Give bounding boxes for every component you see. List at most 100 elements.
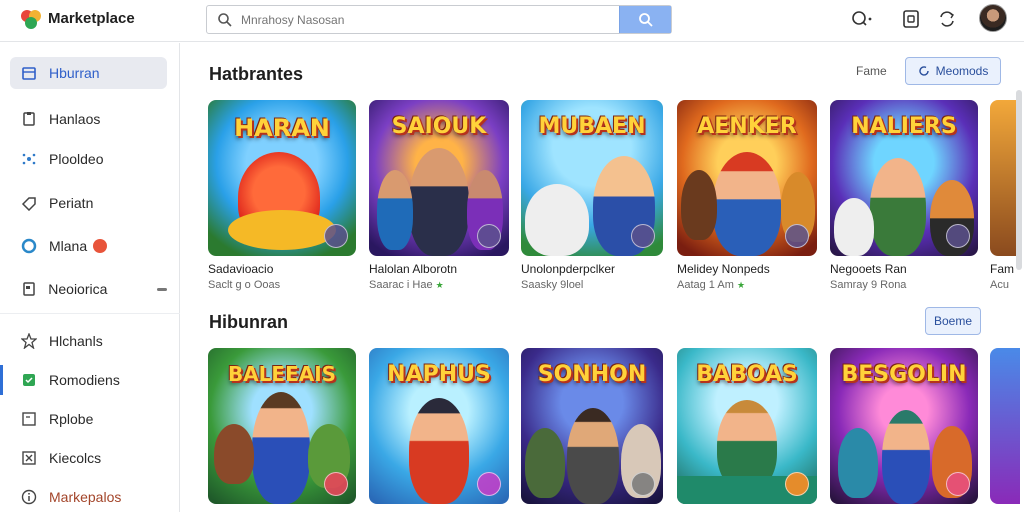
game-art-title: NAPHUS (387, 362, 491, 387)
game-thumbnail[interactable]: NAPHUS (369, 348, 509, 504)
game-meta: Acu (990, 279, 1009, 291)
scrollbar[interactable] (1016, 90, 1022, 270)
game-art-title: BALEEAIS (227, 362, 337, 386)
search-button[interactable] (619, 6, 671, 33)
sidebar-item-label: Rplobe (49, 411, 94, 427)
game-card[interactable]: NALIERS Negooets Ran Samray 9 Rona (830, 100, 978, 291)
sidebar-item-5[interactable]: Neoiorica (10, 273, 167, 305)
play-icon[interactable] (324, 224, 348, 248)
circle-icon (20, 237, 38, 255)
green-square-icon (20, 371, 38, 389)
box-icon (20, 410, 38, 428)
play-icon[interactable] (946, 472, 970, 496)
play-icon[interactable] (785, 224, 809, 248)
play-icon[interactable] (631, 472, 655, 496)
sidebar-item-3[interactable]: Periatn (10, 187, 167, 219)
play-icon[interactable] (785, 472, 809, 496)
sidebar-item-label: Kiecolcs (49, 450, 102, 466)
game-card[interactable]: NAPHUS (369, 348, 509, 504)
sync-icon[interactable] (936, 8, 958, 30)
game-thumbnail[interactable]: BESGOLIN (830, 348, 978, 504)
game-thumbnail[interactable] (990, 348, 1020, 504)
game-card[interactable]: HARAN Sadavioacio Saclt g o Ooas (208, 100, 356, 291)
play-icon[interactable] (324, 472, 348, 496)
game-meta: Samray 9 Rona (830, 279, 907, 291)
play-icon[interactable] (477, 472, 501, 496)
game-card[interactable]: AENKER Melidey Nonpeds Aatag 1 Am ★ (677, 100, 817, 291)
sidebar-item-label: Romodiens (49, 372, 120, 388)
game-card[interactable]: BABOAS (677, 348, 817, 504)
clipboard-icon (20, 110, 38, 128)
play-icon[interactable] (631, 224, 655, 248)
game-card[interactable]: SONHON (521, 348, 663, 504)
sidebar-item-label: Hlchanls (49, 333, 103, 349)
sidebar-item-1[interactable]: Hanlaos (10, 103, 167, 135)
game-card[interactable]: BESGOLIN (830, 348, 978, 504)
user-avatar[interactable] (979, 4, 1007, 32)
refresh-icon (918, 66, 929, 76)
game-thumbnail[interactable]: BABOAS (677, 348, 817, 504)
section-title: Hibunran (209, 312, 288, 332)
game-art-title: HARAN (234, 114, 330, 142)
sidebar-item-10[interactable]: Markepalos (10, 481, 167, 513)
sidebar-item-7[interactable]: Romodiens (10, 364, 167, 396)
sidebar-item-0[interactable]: Hburran (10, 57, 167, 89)
sidebar-item-label: Neoiorica (48, 281, 108, 297)
section-action-label: Boeme (933, 314, 973, 328)
search-settings-icon[interactable] (850, 8, 872, 30)
star-icon (20, 332, 38, 350)
game-meta: Saarac i Hae ★ (369, 279, 444, 291)
sidebar-item-8[interactable]: Rplobe (10, 403, 167, 435)
sidebar-item-label: Mlana (49, 238, 88, 254)
sidebar-item-2[interactable]: Plooldeo (10, 143, 167, 175)
tag-icon (20, 194, 38, 212)
game-art-title: NALIERS (851, 114, 957, 139)
game-art-title: SAIOUK (391, 114, 487, 139)
section-action-button[interactable]: Meomods (905, 57, 1001, 85)
search-icon (639, 13, 653, 27)
sidebar-item-label: Hanlaos (49, 111, 101, 127)
game-name: Halolan Alborotn (369, 262, 458, 276)
game-meta: Aatag 1 Am ★ (677, 279, 746, 291)
game-card[interactable]: BALEEAIS (208, 348, 356, 504)
game-thumbnail[interactable]: SONHON (521, 348, 663, 504)
notification-badge (93, 239, 108, 253)
game-thumbnail[interactable]: BALEEAIS (208, 348, 356, 504)
game-name: Melidey Nonpeds (677, 262, 770, 276)
game-card[interactable]: MUBAEN Unolonpderpclker Saasky 9loel (521, 100, 663, 291)
game-name: Sadavioacio (208, 262, 274, 276)
search-input[interactable] (241, 10, 611, 30)
game-thumbnail[interactable]: SAIOUK (369, 100, 509, 256)
sidebar-item-label: Periatn (49, 195, 94, 211)
game-thumbnail[interactable]: NALIERS (830, 100, 978, 256)
sidebar-item-label: Plooldeo (49, 151, 104, 167)
game-art-title: BABOAS (696, 362, 798, 387)
sidebar-item-6[interactable]: Hlchanls (10, 325, 167, 357)
collapse-dash[interactable] (157, 287, 167, 291)
app-title: Marketplace (48, 10, 135, 27)
sidebar-divider (0, 313, 180, 314)
active-indicator (0, 365, 3, 395)
x-box-icon (20, 449, 38, 467)
game-thumbnail[interactable]: MUBAEN (521, 100, 663, 256)
sidebar-item-9[interactable]: Kiecolcs (10, 442, 167, 474)
section-action-button[interactable]: Boeme (925, 307, 981, 335)
sidebar-item-4[interactable]: Mlana (10, 230, 167, 262)
note-icon (20, 280, 37, 298)
clipboard-icon[interactable] (900, 8, 922, 30)
play-icon[interactable] (477, 224, 501, 248)
game-card[interactable]: SAIOUK Halolan Alborotn Saarac i Hae ★ (369, 100, 509, 291)
game-card[interactable] (990, 348, 1020, 504)
info-icon (20, 488, 38, 506)
game-art-title: MUBAEN (538, 114, 646, 139)
game-thumbnail[interactable]: HARAN (208, 100, 356, 256)
sidebar-item-label: Hburran (49, 65, 100, 81)
game-thumbnail[interactable]: AENKER (677, 100, 817, 256)
section-action-label: Meomods (935, 64, 989, 78)
marketplace-logo-icon[interactable] (20, 8, 42, 30)
section-link[interactable]: Fame (856, 64, 887, 78)
play-icon[interactable] (946, 224, 970, 248)
search-bar[interactable] (206, 5, 672, 34)
game-art-title: BESGOLIN (841, 362, 967, 387)
sidebar: Hburran Hanlaos Plooldeo Periatn Mlana N… (0, 43, 180, 512)
